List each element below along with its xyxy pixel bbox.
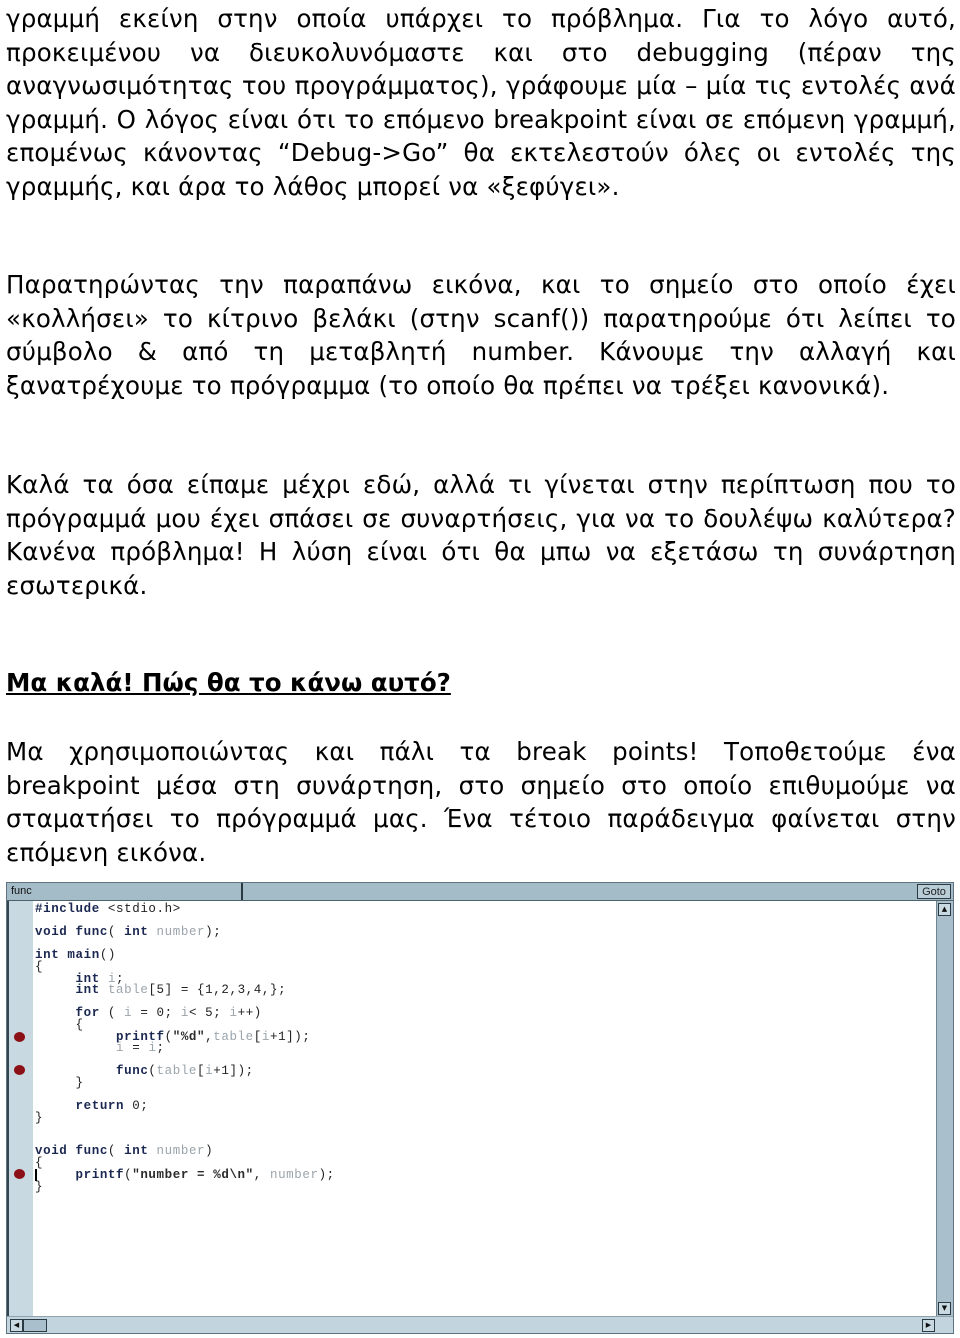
breakpoint-marker[interactable] — [14, 1065, 25, 1075]
goto-button[interactable]: Goto — [917, 884, 951, 899]
breakpoint-marker[interactable] — [14, 1032, 25, 1042]
editor-toolbar: func Goto — [7, 883, 953, 901]
paragraph-intro: γραμμή εκείνη στην οποία υπάρχει το πρόβ… — [6, 4, 956, 201]
code-line: i = i; — [116, 1041, 165, 1055]
code-line: int main() — [35, 948, 117, 962]
scroll-left-icon[interactable]: ◀ — [10, 1319, 23, 1332]
code-line: int table[5] = {1,2,3,4,}; — [75, 983, 287, 997]
paragraph-observation: Παρατηρώντας την παραπάνω εικόνα, και το… — [6, 270, 956, 400]
scroll-right-icon[interactable]: ▶ — [922, 1319, 935, 1332]
paragraph-breakpoints: Μα χρησιμοποιώντας και πάλι τα break poi… — [6, 737, 956, 867]
code-editor-screenshot: func Goto #include <stdio.h> void func( … — [6, 882, 954, 1334]
horizontal-scrollbar[interactable]: ◀ ▶ — [7, 1316, 953, 1333]
function-selector[interactable]: func — [7, 883, 243, 900]
paragraph-functions: Καλά τα όσα είπαμε μέχρι εδώ, αλλά τι γί… — [6, 470, 956, 600]
horizontal-scroll-thumb[interactable] — [23, 1319, 47, 1332]
code-line: } — [35, 1180, 44, 1194]
code-line: void func( int number) — [35, 1144, 214, 1158]
code-line: void func( int number); — [35, 925, 222, 939]
code-line: } — [35, 1111, 44, 1125]
text-cursor — [35, 1169, 37, 1181]
scroll-up-icon[interactable]: ▲ — [938, 903, 951, 916]
code-line: printf("number = %d\n", number); — [75, 1168, 335, 1182]
breakpoint-gutter[interactable] — [7, 901, 35, 1317]
code-area[interactable] — [33, 901, 937, 1317]
vertical-scrollbar[interactable]: ▲ ▼ — [936, 901, 953, 1317]
code-line: return 0; — [75, 1099, 149, 1113]
scroll-down-icon[interactable]: ▼ — [938, 1302, 951, 1315]
code-line: #include <stdio.h> — [35, 902, 181, 916]
section-heading: Μα καλά! Πώς θα το κάνω αυτό? — [6, 668, 451, 697]
breakpoint-marker[interactable] — [14, 1169, 25, 1179]
code-line: } — [35, 1076, 84, 1090]
